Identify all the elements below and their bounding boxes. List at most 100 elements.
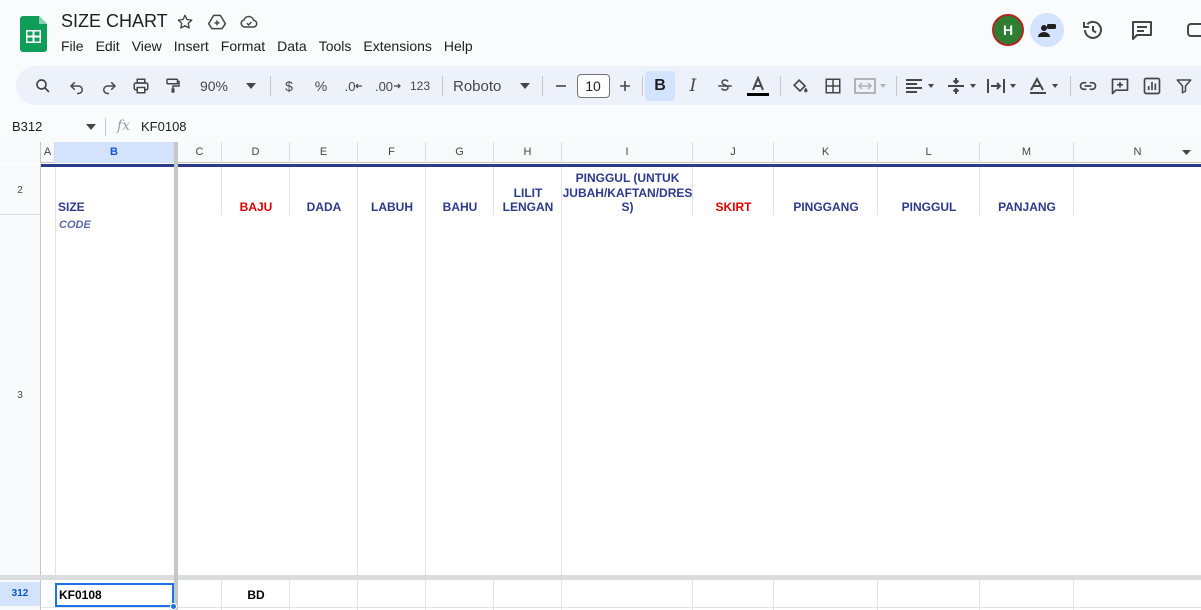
font-dropdown-icon[interactable] [518, 73, 532, 99]
column-header-e[interactable]: E [290, 142, 358, 163]
text-wrapping-icon[interactable] [986, 73, 1020, 99]
merge-cells-icon[interactable] [854, 73, 888, 99]
toolbar-divider [780, 76, 781, 96]
menu-tools[interactable]: Tools [313, 37, 358, 55]
cell-bahu-label[interactable]: BAHU [426, 200, 494, 214]
collaborator-icon[interactable] [1030, 13, 1064, 47]
fill-handle[interactable] [170, 603, 177, 610]
zoom-dropdown-icon[interactable] [244, 73, 258, 99]
decrease-decimal-button[interactable]: .0 [342, 73, 366, 99]
row-header-2[interactable]: 2 [0, 167, 40, 215]
meet-icon[interactable] [1186, 20, 1201, 40]
document-title[interactable]: SIZE CHART [61, 11, 168, 32]
increase-decimal-button[interactable]: .00 [374, 73, 402, 99]
percent-format-button[interactable]: % [312, 73, 330, 99]
column-header-g[interactable]: G [426, 142, 494, 163]
column-header-m[interactable]: M [980, 142, 1074, 163]
cell-pinggul-label[interactable]: PINGGUL [878, 200, 980, 214]
column-header-h[interactable]: H [494, 142, 562, 163]
zoom-select[interactable]: 90% [196, 73, 232, 99]
menu-insert[interactable]: Insert [168, 37, 215, 55]
cell-code-label[interactable]: CODE [59, 219, 91, 231]
cell-lilit-label-line2[interactable]: LENGAN [494, 200, 562, 214]
gridline [493, 580, 494, 610]
text-color-icon[interactable] [746, 73, 770, 99]
cell-pinggul-long-line1[interactable]: PINGGUL (UNTUK [562, 171, 693, 185]
column-header-i[interactable]: I [562, 142, 693, 163]
font-family-select[interactable]: Roboto [453, 73, 503, 99]
column-header-k[interactable]: K [774, 142, 878, 163]
menu-edit[interactable]: Edit [90, 37, 126, 55]
select-all-corner[interactable] [0, 142, 41, 163]
version-history-icon[interactable] [1081, 18, 1105, 42]
column-header-b[interactable]: B [55, 142, 174, 163]
currency-format-button[interactable]: $ [281, 73, 297, 99]
cell-pinggang-label[interactable]: PINGGANG [774, 200, 878, 214]
borders-icon[interactable] [822, 73, 844, 99]
frozen-rows-divider[interactable] [0, 575, 1201, 580]
bold-button[interactable]: B [645, 71, 675, 101]
cell-dada-label[interactable]: DADA [290, 200, 358, 214]
cell-b312[interactable]: KF0108 [59, 588, 102, 602]
more-formats-button[interactable]: 123 [408, 73, 432, 99]
paint-format-icon[interactable] [162, 73, 184, 99]
row-header-3[interactable]: 3 [0, 216, 40, 576]
gridline [773, 580, 774, 610]
cloud-saved-icon[interactable] [239, 12, 259, 32]
cell-lilit-label-line1[interactable]: LILIT [494, 186, 562, 200]
name-box-dropdown-icon[interactable] [86, 124, 96, 130]
insert-link-icon[interactable] [1076, 73, 1100, 99]
cell-d312[interactable]: BD [222, 588, 290, 602]
star-icon[interactable] [175, 12, 195, 32]
cell-pinggul-long-line2[interactable]: JUBAH/KAFTAN/DRES [562, 186, 693, 200]
search-menus-icon[interactable] [32, 73, 54, 99]
column-header-l[interactable]: L [878, 142, 980, 163]
menu-file[interactable]: File [55, 37, 90, 55]
print-icon[interactable] [130, 73, 152, 99]
filter-icon[interactable] [1172, 73, 1196, 99]
spreadsheet-grid[interactable]: A B C D E F G H I J K L M N 2 3 312 SIZE… [0, 142, 1201, 610]
insert-comment-icon[interactable] [1108, 73, 1132, 99]
column-header-f[interactable]: F [358, 142, 426, 163]
toolbar-divider [270, 76, 271, 96]
cell-size-label[interactable]: SIZE [58, 200, 85, 214]
redo-icon[interactable] [98, 73, 120, 99]
row-header-312[interactable]: 312 [0, 582, 40, 606]
toolbar-divider [542, 76, 543, 96]
column-header-c[interactable]: C [178, 142, 222, 163]
name-box[interactable]: B312 [12, 119, 42, 134]
cell-pinggul-long-line3[interactable]: S) [562, 200, 693, 214]
cell-panjang-label[interactable]: PANJANG [980, 200, 1074, 214]
vertical-align-icon[interactable] [946, 73, 980, 99]
frozen-columns-divider[interactable] [174, 142, 178, 610]
move-to-drive-icon[interactable] [207, 12, 227, 32]
zoom-value: 90% [199, 78, 229, 94]
cell-baju-label[interactable]: BAJU [222, 200, 290, 214]
menu-extensions[interactable]: Extensions [357, 37, 437, 55]
cell-labuh-label[interactable]: LABUH [358, 200, 426, 214]
fill-color-icon[interactable] [788, 73, 812, 99]
column-header-a[interactable]: A [41, 142, 55, 163]
horizontal-align-icon[interactable] [904, 73, 938, 99]
column-header-d[interactable]: D [222, 142, 290, 163]
decrease-font-size-icon[interactable] [552, 73, 570, 99]
menu-view[interactable]: View [126, 37, 168, 55]
menu-data[interactable]: Data [271, 37, 313, 55]
insert-chart-icon[interactable] [1140, 73, 1164, 99]
increase-font-size-icon[interactable] [616, 73, 634, 99]
strikethrough-icon[interactable] [714, 73, 736, 99]
text-rotation-icon[interactable] [1028, 73, 1062, 99]
comments-icon[interactable] [1130, 18, 1154, 42]
toolbar-divider [642, 76, 643, 96]
menu-format[interactable]: Format [215, 37, 271, 55]
column-header-j[interactable]: J [693, 142, 774, 163]
font-size-field[interactable]: 10 [576, 73, 610, 99]
user-avatar[interactable]: H [992, 14, 1024, 46]
column-menu-dropdown-icon[interactable] [1182, 150, 1191, 155]
sheets-logo-icon[interactable] [20, 16, 47, 52]
formula-input[interactable]: KF0108 [141, 119, 187, 134]
undo-icon[interactable] [66, 73, 88, 99]
menu-help[interactable]: Help [438, 37, 479, 55]
italic-button[interactable]: I [682, 73, 704, 99]
cell-skirt-label[interactable]: SKIRT [693, 200, 774, 214]
